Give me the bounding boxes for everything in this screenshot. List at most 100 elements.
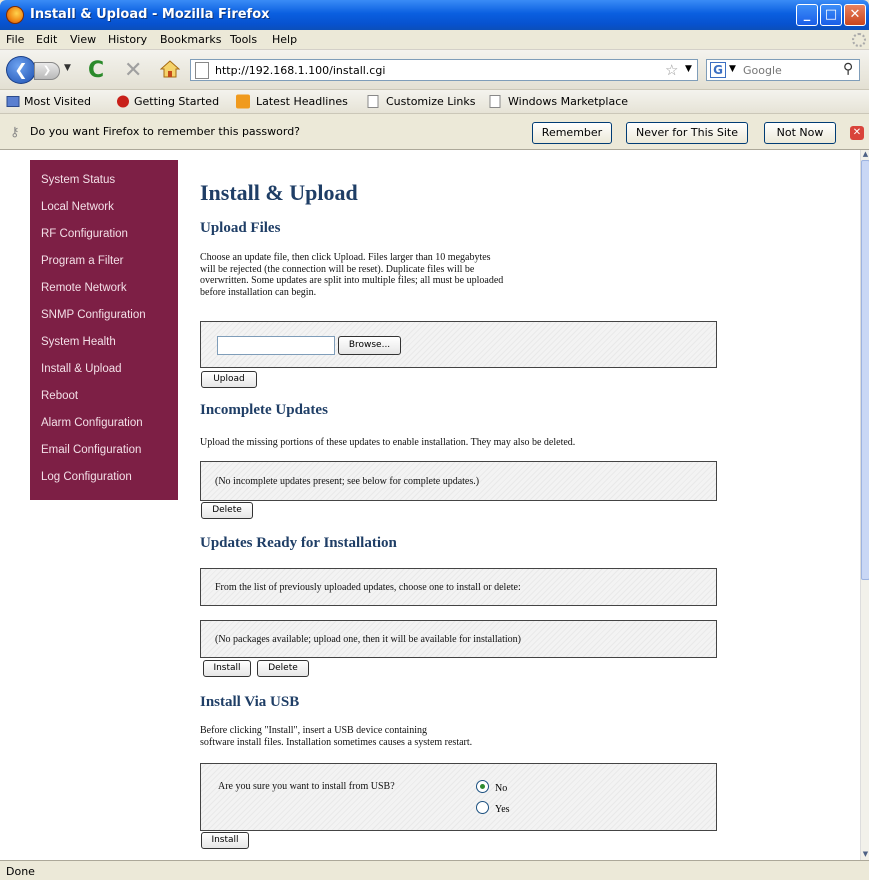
address-bar[interactable]: ☆ ▼: [190, 59, 698, 81]
close-window-button[interactable]: ✕: [844, 4, 866, 26]
sidebar-item-log-configuration[interactable]: Log Configuration: [41, 471, 132, 483]
bookmark-customize-links[interactable]: Customize Links: [386, 95, 476, 108]
delete-incomplete-button[interactable]: Delete: [201, 502, 253, 519]
updates-ready-heading: Updates Ready for Installation: [200, 535, 397, 551]
password-notification-bar: ⚷ Do you want Firefox to remember this p…: [0, 114, 869, 150]
sidebar-item-reboot[interactable]: Reboot: [41, 390, 78, 402]
window-titlebar: Install & Upload - Mozilla Firefox _ □ ✕: [0, 0, 869, 30]
sidebar-item-rf-configuration[interactable]: RF Configuration: [41, 228, 128, 240]
history-dropdown-icon[interactable]: ▼: [64, 63, 71, 73]
incomplete-empty-text: (No incomplete updates present; see belo…: [215, 476, 480, 487]
status-bar: Done: [0, 860, 869, 880]
engine-dropdown-icon[interactable]: ▼: [729, 64, 736, 74]
page-icon: [489, 95, 501, 108]
delete-update-button[interactable]: Delete: [257, 660, 309, 677]
install-usb-button[interactable]: Install: [201, 832, 249, 849]
menu-help[interactable]: Help: [272, 33, 297, 46]
bookmark-star-icon[interactable]: ☆: [665, 61, 678, 79]
sidebar-item-install-upload[interactable]: Install & Upload: [41, 363, 122, 375]
usb-description: Before clicking "Install", insert a USB …: [200, 725, 472, 748]
browse-button[interactable]: Browse...: [338, 336, 401, 355]
page-viewport: System Status Local Network RF Configura…: [0, 150, 860, 860]
page-title: Install & Upload: [200, 180, 358, 205]
menu-edit[interactable]: Edit: [36, 33, 57, 46]
choose-update-text: From the list of previously uploaded upd…: [215, 582, 521, 593]
url-dropdown-icon[interactable]: ▼: [685, 64, 692, 74]
back-button[interactable]: ❮: [6, 56, 36, 84]
forward-button[interactable]: ❯: [34, 62, 60, 80]
upload-box: Browse...: [200, 321, 717, 368]
incomplete-updates-heading: Incomplete Updates: [200, 402, 328, 418]
file-path-input[interactable]: [217, 336, 335, 355]
menu-history[interactable]: History: [108, 33, 147, 46]
upload-desc-line: Choose an update file, then click Upload…: [200, 252, 491, 263]
status-text: Done: [6, 865, 35, 878]
usb-no-radio[interactable]: [476, 780, 489, 793]
maximize-button[interactable]: □: [820, 4, 842, 26]
upload-desc-line: will be rejected (the connection will be…: [200, 263, 475, 275]
menu-bookmarks[interactable]: Bookmarks: [160, 33, 221, 46]
bookmark-most-visited[interactable]: Most Visited: [24, 95, 91, 108]
usb-yes-radio[interactable]: [476, 801, 489, 814]
search-input[interactable]: [743, 61, 823, 79]
upload-desc-line: before installation can begin.: [200, 286, 317, 298]
upload-desc-line: overwritten. Some updates are split into…: [200, 275, 504, 286]
install-via-usb-heading: Install Via USB: [200, 694, 300, 710]
install-update-button[interactable]: Install: [203, 660, 251, 677]
reload-button[interactable]: C: [88, 58, 104, 83]
upload-files-heading: Upload Files: [200, 220, 281, 236]
never-for-this-site-button[interactable]: Never for This Site: [626, 122, 748, 144]
not-now-button[interactable]: Not Now: [764, 122, 836, 144]
minimize-button[interactable]: _: [796, 4, 818, 26]
page-icon: [195, 62, 209, 79]
remember-button[interactable]: Remember: [532, 122, 612, 144]
no-packages-text: (No packages available; upload one, then…: [215, 634, 522, 645]
getting-started-icon: [117, 95, 129, 108]
incomplete-description: Upload the missing portions of these upd…: [200, 437, 576, 448]
usb-no-label: No: [495, 783, 508, 794]
sidebar-item-local-network[interactable]: Local Network: [41, 201, 114, 213]
usb-confirm-box: Are you sure you want to install from US…: [200, 763, 717, 831]
stop-button[interactable]: ✕: [124, 58, 142, 83]
navigation-toolbar: ❮ ❯ ▼ C ✕ ☆ ▼ G ▼ ⚲: [0, 50, 869, 90]
packages-list-box: (No packages available; upload one, then…: [200, 620, 717, 658]
page-icon: [367, 95, 379, 108]
sidebar-item-system-status[interactable]: System Status: [41, 174, 115, 186]
incomplete-updates-box: (No incomplete updates present; see belo…: [200, 461, 717, 501]
home-icon[interactable]: [160, 59, 180, 79]
menu-file[interactable]: File: [6, 33, 24, 46]
bookmark-latest-headlines[interactable]: Latest Headlines: [256, 95, 348, 108]
usb-yes-label: Yes: [495, 804, 510, 815]
upload-description: Choose an update file, then click Upload…: [200, 252, 503, 298]
bookmark-getting-started[interactable]: Getting Started: [134, 95, 219, 108]
bookmarks-toolbar: Most Visited Getting Started Latest Head…: [0, 90, 869, 114]
sidebar-item-system-health[interactable]: System Health: [41, 336, 116, 348]
upload-button[interactable]: Upload: [201, 371, 257, 388]
search-bar[interactable]: G ▼ ⚲: [706, 59, 860, 81]
sidebar-nav: System Status Local Network RF Configura…: [30, 160, 178, 500]
scrollbar-thumb[interactable]: [861, 160, 869, 580]
key-icon: ⚷: [10, 125, 20, 140]
rss-feed-icon: [236, 94, 250, 109]
sidebar-item-snmp-configuration[interactable]: SNMP Configuration: [41, 309, 146, 321]
sidebar-item-program-a-filter[interactable]: Program a Filter: [41, 255, 123, 267]
google-engine-icon[interactable]: G: [710, 62, 726, 78]
usb-confirm-question: Are you sure you want to install from US…: [218, 781, 395, 792]
vertical-scrollbar[interactable]: ▲ ▼: [860, 150, 869, 860]
sidebar-item-remote-network[interactable]: Remote Network: [41, 282, 127, 294]
close-notification-icon[interactable]: ✕: [850, 126, 864, 140]
window-title: Install & Upload - Mozilla Firefox: [30, 7, 270, 22]
sidebar-item-email-configuration[interactable]: Email Configuration: [41, 444, 141, 456]
search-icon[interactable]: ⚲: [843, 61, 853, 77]
url-input[interactable]: [215, 61, 655, 79]
scroll-up-icon[interactable]: ▲: [861, 150, 869, 158]
menu-view[interactable]: View: [70, 33, 96, 46]
usb-desc-line: software install files. Installation som…: [200, 736, 473, 748]
menu-tools[interactable]: Tools: [230, 33, 257, 46]
bookmark-windows-marketplace[interactable]: Windows Marketplace: [508, 95, 628, 108]
firefox-logo-icon: [6, 6, 24, 24]
sidebar-item-alarm-configuration[interactable]: Alarm Configuration: [41, 417, 143, 429]
notification-message: Do you want Firefox to remember this pas…: [30, 125, 301, 138]
menu-bar: File Edit View History Bookmarks Tools H…: [0, 30, 869, 50]
scroll-down-icon[interactable]: ▼: [861, 850, 869, 858]
